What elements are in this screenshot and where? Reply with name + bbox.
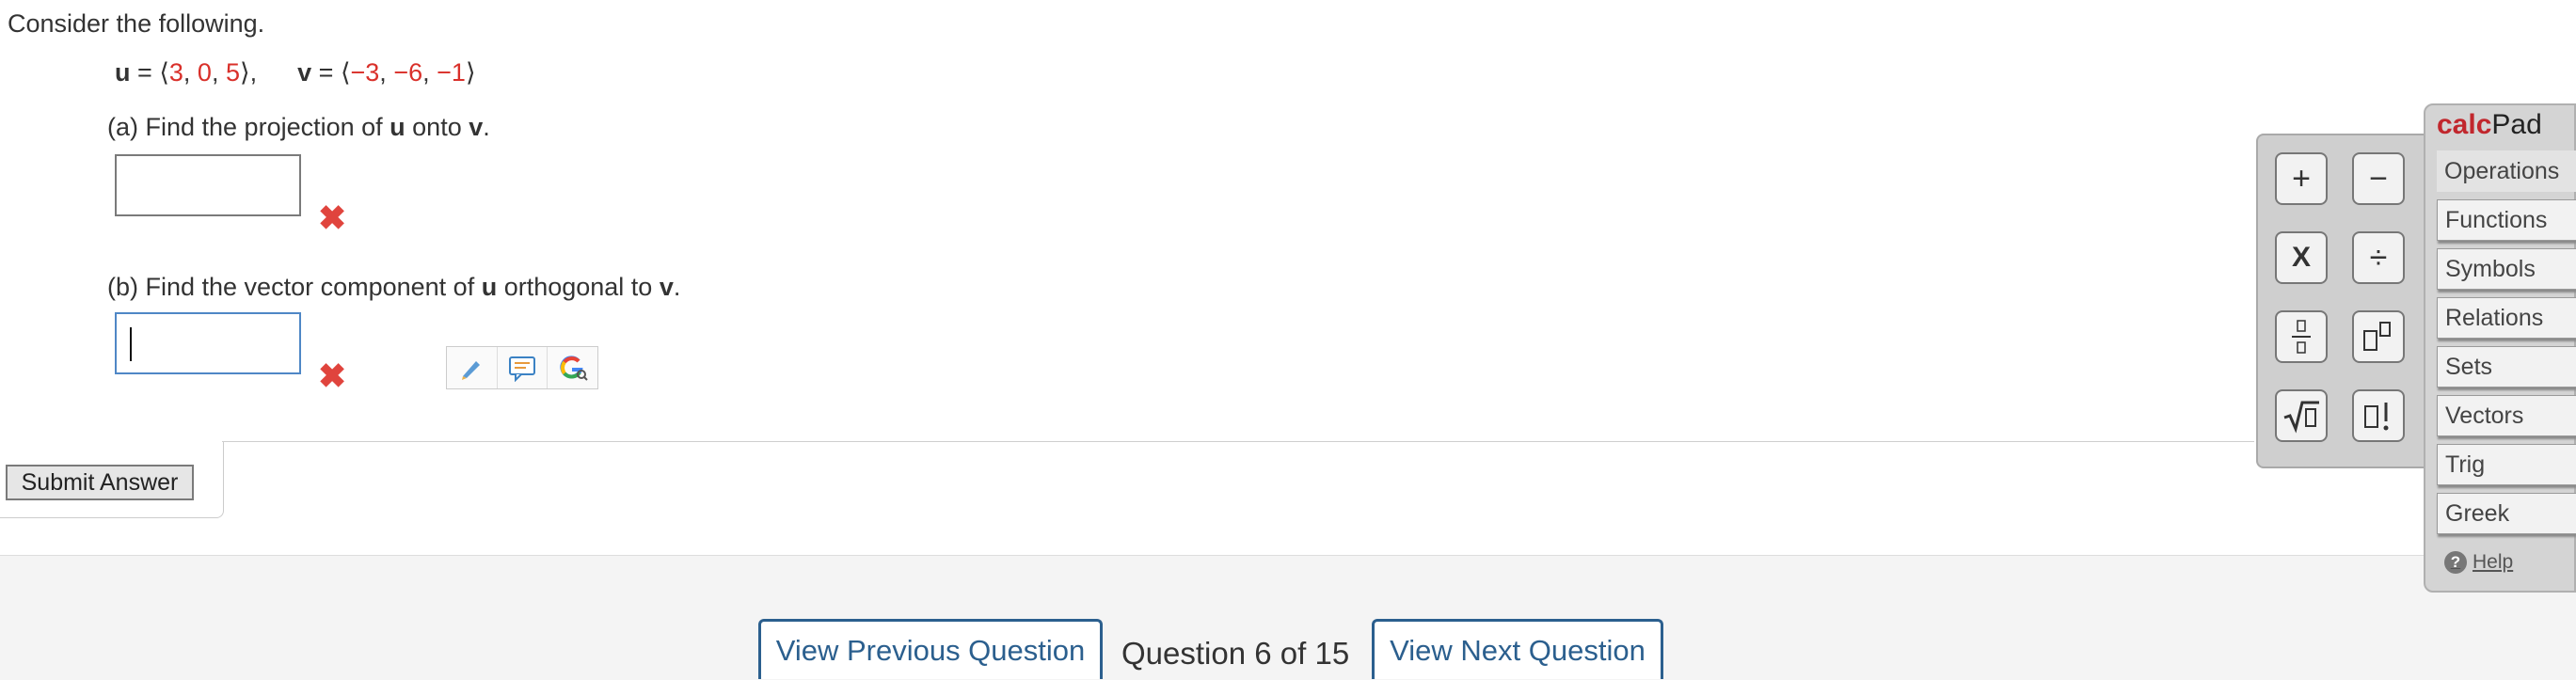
part-a-u: u [390, 113, 405, 141]
question-intro: Consider the following. [8, 9, 265, 38]
menu-operations[interactable]: Operations [2437, 150, 2576, 192]
separator: , [211, 58, 219, 87]
menu-symbols[interactable]: Symbols [2437, 248, 2576, 290]
menu-sets[interactable]: Sets [2437, 346, 2576, 387]
submit-answer-button[interactable]: Submit Answer [6, 465, 194, 500]
menu-vectors[interactable]: Vectors [2437, 395, 2576, 436]
separator: , [183, 58, 191, 87]
v-label: v [297, 58, 312, 87]
part-a-answer-input[interactable] [115, 154, 301, 216]
fraction-icon [2292, 320, 2311, 354]
equals-sign: = [318, 58, 334, 87]
fraction-button[interactable] [2275, 310, 2328, 363]
pencil-icon[interactable] [447, 347, 498, 388]
v-open: ⟨ [340, 58, 351, 87]
part-b-text: . [673, 273, 681, 301]
google-search-icon[interactable] [548, 347, 597, 388]
v-close: ⟩ [465, 58, 476, 87]
help-link[interactable]: ? Help [2444, 551, 2513, 574]
incorrect-icon: ✖ [318, 356, 347, 395]
part-a-v: v [469, 113, 484, 141]
divider [222, 441, 2254, 442]
v-value: −1 [437, 58, 466, 87]
part-a-text: . [483, 113, 490, 141]
equals-sign: = [137, 58, 152, 87]
calcpad-title-calc: calc [2437, 109, 2492, 140]
part-b-text: (b) Find the vector component of [107, 273, 482, 301]
text-caret [130, 327, 132, 361]
part-b-answer-input[interactable] [115, 312, 301, 374]
minus-button[interactable]: − [2352, 152, 2405, 205]
part-b-prompt: (b) Find the vector component of u ortho… [107, 273, 680, 302]
menu-trig[interactable]: Trig [2437, 444, 2576, 485]
divide-button[interactable]: ÷ [2352, 231, 2405, 284]
vector-definitions: u = ⟨3, 0, 5⟩, v = ⟨−3, −6, −1⟩ [115, 58, 476, 87]
v-value: −6 [393, 58, 423, 87]
exponent-icon [2363, 322, 2391, 351]
square-root-button[interactable] [2275, 389, 2328, 442]
answer-tools [446, 346, 598, 389]
part-a-text: onto [405, 113, 469, 141]
factorial-icon [2364, 403, 2389, 431]
help-icon: ? [2444, 551, 2467, 574]
multiply-button[interactable]: X [2275, 231, 2328, 284]
view-next-question-button[interactable]: View Next Question [1372, 619, 1663, 679]
u-label: u [115, 58, 131, 87]
exponent-button[interactable] [2352, 310, 2405, 363]
sqrt-icon [2283, 401, 2319, 434]
calcpad-button-panel: + − X ÷ [2256, 134, 2425, 468]
question-counter: Question 6 of 15 [1121, 636, 1350, 671]
u-value: 0 [197, 58, 212, 87]
u-close: ⟩ [240, 58, 250, 87]
part-b-u: u [481, 273, 498, 301]
part-a-prompt: (a) Find the projection of u onto v. [107, 113, 490, 142]
factorial-button[interactable] [2352, 389, 2405, 442]
separator: , [379, 58, 387, 87]
menu-relations[interactable]: Relations [2437, 297, 2576, 339]
calcpad-title: calcPad [2437, 109, 2542, 141]
view-previous-question-button[interactable]: View Previous Question [758, 619, 1103, 679]
calcpad-title-pad: Pad [2491, 109, 2542, 140]
help-label: Help [2473, 551, 2514, 573]
u-open: ⟨ [159, 58, 169, 87]
v-value: −3 [350, 58, 380, 87]
part-b-v: v [659, 273, 674, 301]
incorrect-icon: ✖ [318, 198, 347, 237]
separator: , [249, 58, 258, 87]
menu-greek[interactable]: Greek [2437, 493, 2576, 534]
comment-icon[interactable] [498, 347, 549, 388]
u-value: 3 [168, 58, 183, 87]
separator: , [422, 58, 430, 87]
part-b-text: orthogonal to [497, 273, 660, 301]
u-value: 5 [225, 58, 241, 87]
part-a-text: (a) Find the projection of [107, 113, 390, 141]
plus-button[interactable]: + [2275, 152, 2328, 205]
menu-functions[interactable]: Functions [2437, 199, 2576, 241]
